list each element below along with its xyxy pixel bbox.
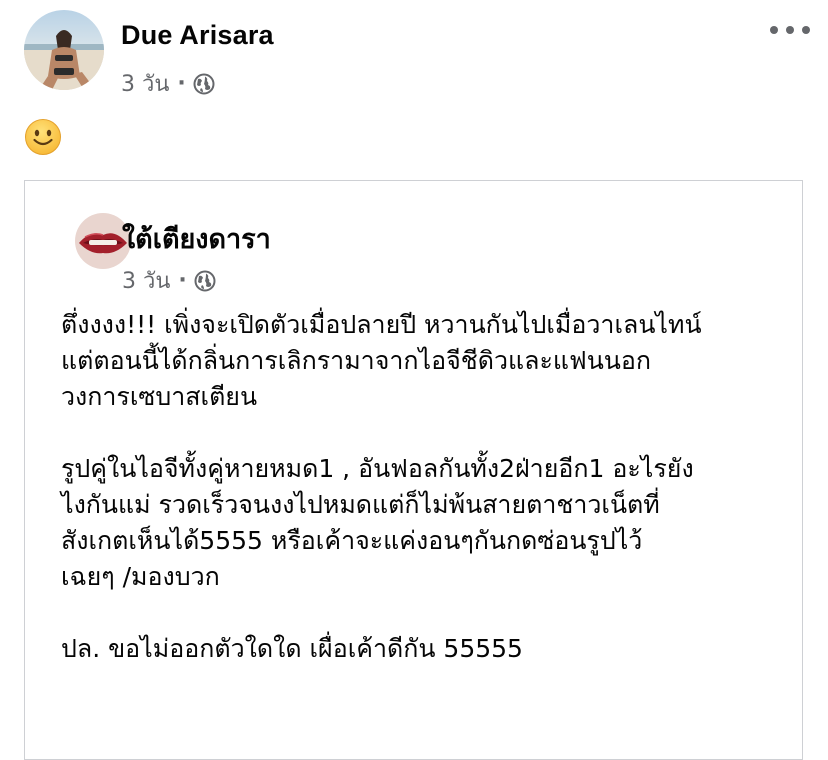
post-meta: 3 วัน ·	[121, 66, 215, 101]
paragraph: รูปคู่ในไอจีทั้งคู่หายหมด1 , อันฟอลกันทั…	[61, 451, 801, 595]
meta-separator: ·	[178, 268, 187, 293]
facebook-post: Due Arisara 3 วัน · ใต้เตียงดารา 3 วัน ·…	[0, 0, 828, 760]
shared-post-text: ตึ่งงงง!!! เพิ่งจะเปิดตัวเมื่อปลายปี หวา…	[61, 307, 801, 703]
globe-icon[interactable]	[193, 73, 215, 95]
author-name[interactable]: Due Arisara	[121, 20, 274, 51]
text-line: แต่ตอนนี้ได้กลิ่นการเลิกรามาจากไอจีชีดิว…	[61, 346, 652, 375]
author-avatar[interactable]	[24, 10, 104, 90]
paragraph: ปล. ขอไม่ออกตัวใดใด เผื่อเค้าดีกัน 55555	[61, 631, 801, 667]
text-line: วงการเซบาสเตียน	[61, 382, 258, 411]
post-timestamp[interactable]: 3 วัน	[121, 66, 169, 101]
shared-post-timestamp[interactable]: 3 วัน	[122, 263, 170, 298]
shared-post-card[interactable]: ใต้เตียงดารา 3 วัน · ตึ่งงงง!!! เพิ่งจะเ…	[24, 180, 803, 760]
more-options-icon[interactable]	[770, 20, 810, 40]
text-line: สังเกตเห็นได้5555 หรือเค้าจะแค่งอนๆกันกด…	[61, 526, 643, 555]
text-line: รูปคู่ในไอจีทั้งคู่หายหมด1 , อันฟอลกันทั…	[61, 454, 694, 483]
shared-post-meta: 3 วัน ·	[122, 263, 216, 298]
slightly-smiling-face-emoji	[24, 118, 62, 156]
paragraph: ตึ่งงงง!!! เพิ่งจะเปิดตัวเมื่อปลายปี หวา…	[61, 307, 801, 415]
text-line: ไงกันแม่ รวดเร็วจนงงไปหมดแต่ก็ไม่พ้นสายต…	[61, 490, 660, 519]
text-line: เฉยๆ /มองบวก	[61, 562, 220, 591]
text-line: ปล. ขอไม่ออกตัวใดใด เผื่อเค้าดีกัน 55555	[61, 634, 523, 663]
text-line: ตึ่งงงง!!! เพิ่งจะเปิดตัวเมื่อปลายปี หวา…	[61, 310, 702, 339]
shared-author-name[interactable]: ใต้เตียงดารา	[122, 217, 271, 260]
globe-icon[interactable]	[194, 270, 216, 292]
meta-separator: ·	[177, 71, 186, 96]
